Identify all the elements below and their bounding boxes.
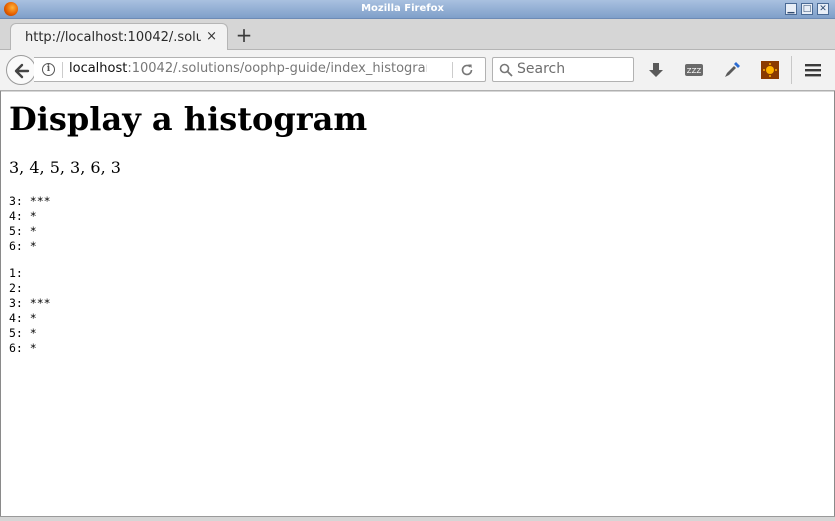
reload-icon[interactable] — [460, 63, 474, 77]
histogram-row: 5: * — [9, 224, 37, 238]
back-button[interactable] — [6, 55, 36, 85]
window-titlebar: Mozilla Firefox ▁ □ ✕ — [0, 0, 835, 19]
hamburger-menu-icon[interactable] — [803, 60, 823, 80]
toolbar-separator — [791, 56, 792, 84]
svg-text:ZZZ: ZZZ — [687, 67, 702, 75]
zzz-icon[interactable]: ZZZ — [684, 60, 704, 80]
histogram-row: 5: * — [9, 326, 37, 340]
tab-close-icon[interactable]: × — [206, 29, 217, 44]
tab-active[interactable]: http://localhost:10042/.solutions/oophp-… — [10, 23, 228, 51]
back-arrow-icon — [14, 63, 30, 79]
tab-strip: http://localhost:10042/.solutions/oophp-… — [0, 19, 835, 51]
window-bottom-border — [0, 516, 835, 521]
tab-title: http://localhost:10042/.solutions/oophp-… — [25, 30, 201, 45]
search-bar[interactable]: Search — [492, 57, 634, 82]
histogram-row: 6: * — [9, 341, 37, 355]
reload-separator — [452, 62, 453, 78]
histogram-row: 4: * — [9, 311, 37, 325]
url-text[interactable]: localhost:10042/.solutions/oophp-guide/i… — [69, 61, 427, 76]
histogram-row: 3: *** — [9, 194, 51, 208]
url-separator — [62, 62, 63, 78]
page-title: Display a histogram — [9, 100, 368, 138]
url-bar[interactable]: i localhost:10042/.solutions/oophp-guide… — [34, 57, 486, 82]
search-placeholder: Search — [517, 61, 566, 77]
download-icon[interactable] — [646, 60, 666, 80]
histogram-row: 1: — [9, 266, 30, 280]
close-window-button[interactable]: ✕ — [817, 3, 829, 15]
histogram-row: 4: * — [9, 209, 37, 223]
maximize-button[interactable]: □ — [801, 3, 813, 15]
number-series: 3, 4, 5, 3, 6, 3 — [9, 158, 121, 177]
histogram-block-2: 1: 2: 3: *** 4: * 5: * 6: * — [9, 266, 51, 356]
histogram-row: 2: — [9, 281, 30, 295]
histogram-block-1: 3: *** 4: * 5: * 6: * — [9, 194, 51, 254]
sun-addon-icon[interactable] — [760, 60, 780, 80]
info-icon[interactable]: i — [42, 63, 55, 76]
url-path: :10042/.solutions/oophp-guide/index_hist… — [127, 61, 427, 76]
histogram-row: 6: * — [9, 239, 37, 253]
new-tab-button[interactable]: + — [234, 23, 254, 47]
page-content: Display a histogram 3, 4, 5, 3, 6, 3 3: … — [1, 92, 834, 516]
url-host: localhost — [69, 61, 128, 76]
histogram-row: 3: *** — [9, 296, 51, 310]
search-icon — [499, 63, 513, 77]
eyedropper-icon[interactable] — [722, 60, 742, 80]
minimize-button[interactable]: ▁ — [785, 3, 797, 15]
navigation-toolbar: i localhost:10042/.solutions/oophp-guide… — [0, 50, 835, 91]
window-title: Mozilla Firefox — [361, 3, 444, 14]
